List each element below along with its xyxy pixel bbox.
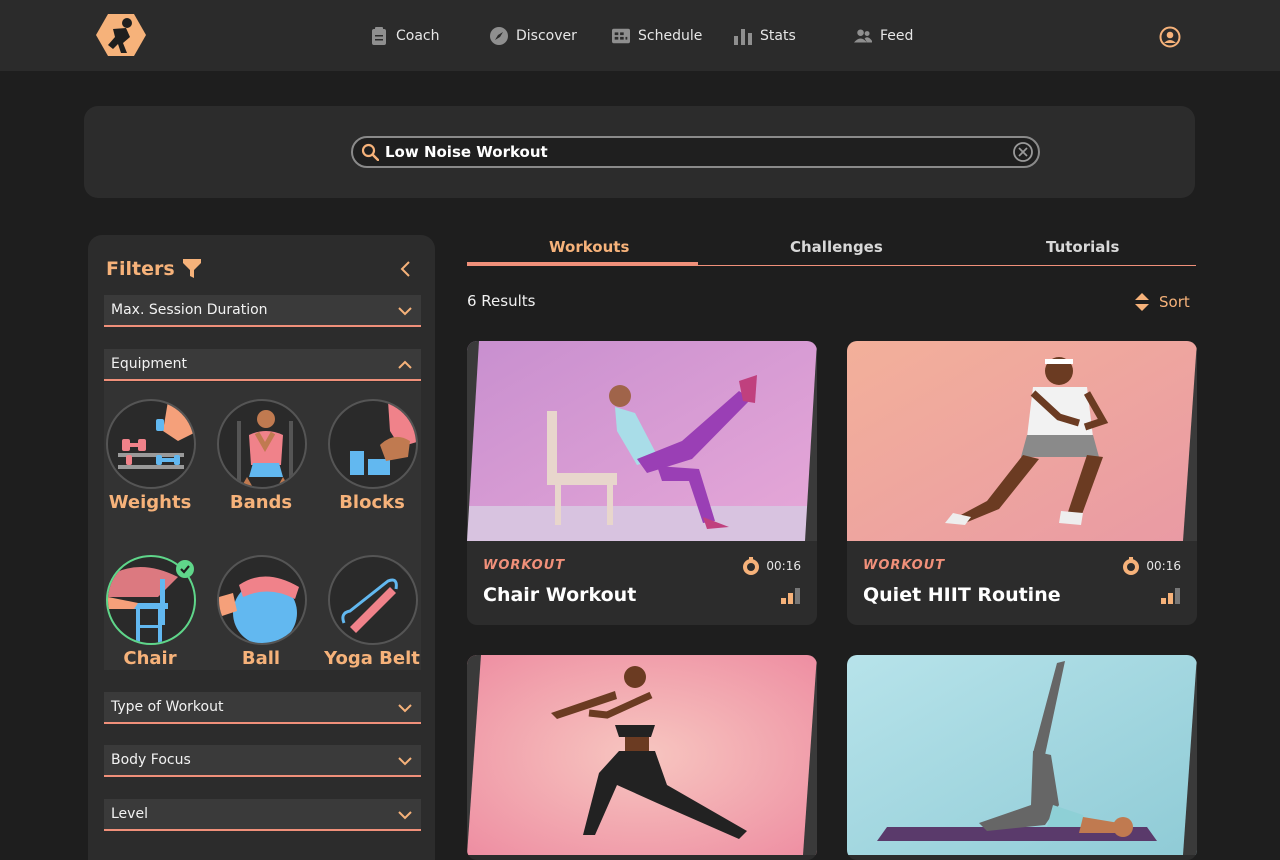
chevron-down-icon bbox=[398, 811, 412, 820]
checkmark-icon bbox=[176, 560, 194, 578]
workout-card[interactable]: WORKOUT 00:16 Chair Workout bbox=[467, 341, 817, 625]
clipboard-icon bbox=[372, 26, 386, 45]
sort-icon bbox=[1135, 293, 1149, 311]
stopwatch-icon bbox=[743, 557, 760, 575]
dropdown-label: Equipment bbox=[111, 356, 187, 372]
chevron-left-icon[interactable] bbox=[398, 260, 412, 278]
ball-icon bbox=[217, 555, 307, 645]
tab-workouts[interactable]: Workouts bbox=[549, 238, 629, 256]
search-box bbox=[351, 136, 1040, 168]
equipment-label: Yoga Belt bbox=[324, 648, 420, 669]
workout-thumbnail bbox=[467, 341, 817, 541]
card-type: WORKOUT bbox=[863, 558, 946, 573]
search-icon bbox=[361, 143, 379, 161]
nav-label: Stats bbox=[760, 27, 796, 44]
workout-card[interactable] bbox=[467, 655, 817, 860]
main-nav: Coach Discover Schedule Stats Feed bbox=[356, 0, 950, 71]
sort-label: Sort bbox=[1159, 293, 1190, 311]
funnel-icon bbox=[182, 259, 201, 278]
chevron-down-icon bbox=[398, 704, 412, 713]
compass-icon bbox=[490, 26, 508, 45]
level-dropdown[interactable]: Level bbox=[104, 799, 421, 831]
workout-card[interactable]: WORKOUT 00:16 Quiet HIIT Routine bbox=[847, 341, 1197, 625]
bar-chart-icon bbox=[734, 28, 752, 45]
dropdown-label: Type of Workout bbox=[111, 699, 224, 715]
workout-card[interactable] bbox=[847, 655, 1197, 860]
workout-thumbnail bbox=[847, 655, 1197, 855]
duration-value: 00:16 bbox=[766, 559, 801, 573]
content-tabs: Workouts Challenges Tutorials bbox=[467, 235, 1196, 266]
level-bars-icon bbox=[1161, 588, 1180, 604]
search-input[interactable] bbox=[385, 140, 985, 164]
equipment-weights[interactable]: Weights bbox=[104, 382, 196, 513]
card-duration: 00:16 bbox=[1122, 557, 1181, 575]
equipment-ball[interactable]: Ball bbox=[215, 538, 307, 669]
dropdown-label: Level bbox=[111, 806, 148, 822]
equipment-label: Chair bbox=[123, 648, 177, 669]
card-title: Chair Workout bbox=[483, 584, 637, 606]
filters-heading: Filters bbox=[106, 258, 201, 280]
card-title: Quiet HIIT Routine bbox=[863, 584, 1061, 606]
dropdown-label: Body Focus bbox=[111, 752, 191, 768]
equipment-yoga-belt[interactable]: Yoga Belt bbox=[324, 538, 420, 669]
duration-dropdown[interactable]: Max. Session Duration bbox=[104, 295, 421, 327]
bands-icon bbox=[217, 399, 307, 489]
workout-type-dropdown[interactable]: Type of Workout bbox=[104, 692, 421, 724]
chevron-down-icon bbox=[398, 307, 412, 316]
nav-item-schedule[interactable]: Schedule bbox=[598, 0, 720, 71]
clear-search-icon[interactable] bbox=[1012, 141, 1034, 163]
equipment-label: Bands bbox=[229, 492, 293, 513]
dropdown-label: Max. Session Duration bbox=[111, 302, 268, 318]
blocks-icon bbox=[328, 399, 418, 489]
duration-value: 00:16 bbox=[1146, 559, 1181, 573]
chevron-up-icon bbox=[398, 360, 412, 369]
stopwatch-icon bbox=[1123, 557, 1140, 575]
nav-label: Coach bbox=[396, 27, 440, 44]
chevron-down-icon bbox=[398, 757, 412, 766]
top-nav: Coach Discover Schedule Stats Feed bbox=[0, 0, 1280, 71]
workout-thumbnail bbox=[467, 655, 817, 855]
tab-challenges[interactable]: Challenges bbox=[790, 238, 883, 256]
active-tab-indicator bbox=[467, 262, 698, 266]
calendar-icon bbox=[612, 28, 630, 43]
equipment-dropdown[interactable]: Equipment bbox=[104, 349, 421, 381]
app-logo-icon[interactable] bbox=[96, 13, 146, 57]
equipment-label: Ball bbox=[241, 648, 281, 669]
nav-label: Schedule bbox=[638, 27, 703, 44]
sort-button[interactable]: Sort bbox=[1135, 293, 1190, 311]
workout-thumbnail bbox=[847, 341, 1197, 541]
equipment-chair[interactable]: Chair bbox=[104, 538, 196, 669]
search-panel bbox=[84, 106, 1195, 198]
people-icon bbox=[854, 28, 872, 43]
profile-icon[interactable] bbox=[1159, 26, 1181, 48]
filters-panel: Filters Max. Session Duration Equipment … bbox=[88, 235, 435, 860]
tab-tutorials[interactable]: Tutorials bbox=[1046, 238, 1119, 256]
nav-item-coach[interactable]: Coach bbox=[356, 0, 476, 71]
equipment-blocks[interactable]: Blocks bbox=[326, 382, 418, 513]
nav-label: Discover bbox=[516, 27, 577, 44]
results-count: 6 Results bbox=[467, 292, 536, 310]
nav-item-feed[interactable]: Feed bbox=[840, 0, 950, 71]
nav-item-stats[interactable]: Stats bbox=[720, 0, 840, 71]
level-bars-icon bbox=[781, 588, 800, 604]
nav-item-discover[interactable]: Discover bbox=[476, 0, 598, 71]
card-type: WORKOUT bbox=[483, 558, 566, 573]
body-focus-dropdown[interactable]: Body Focus bbox=[104, 745, 421, 777]
filters-title: Filters bbox=[106, 258, 175, 280]
equipment-label: Weights bbox=[108, 492, 192, 513]
equipment-bands[interactable]: Bands bbox=[215, 382, 307, 513]
nav-label: Feed bbox=[880, 27, 914, 44]
yoga-belt-icon bbox=[328, 555, 418, 645]
weights-icon bbox=[106, 399, 196, 489]
equipment-label: Blocks bbox=[339, 492, 405, 513]
card-duration: 00:16 bbox=[742, 557, 801, 575]
equipment-options: Weights Bands Blocks Chair Ball Yoga Bel… bbox=[104, 382, 421, 670]
